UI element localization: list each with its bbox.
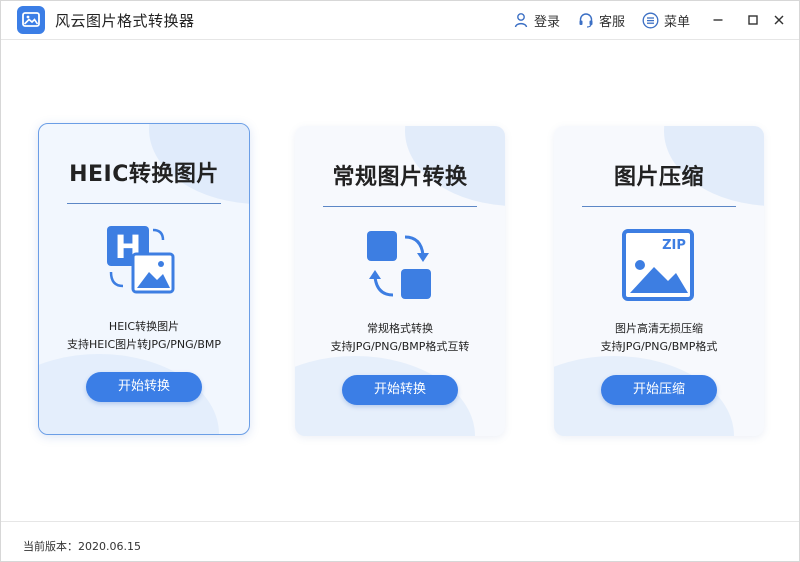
card-divider [67, 203, 221, 204]
status-bar: 当前版本：2020.06.15 [1, 521, 799, 562]
card-heic-convert[interactable]: HEIC转换图片 H HEIC转换图片 支持HEIC图片转JPG/PNG/BMP… [38, 123, 250, 435]
maximize-icon [748, 15, 758, 25]
card-desc-line1: 常规格式转换 [367, 322, 433, 335]
card-desc-line1: HEIC转换图片 [108, 320, 180, 333]
support-button[interactable]: 客服 [578, 10, 625, 30]
start-compress-button[interactable]: 开始压缩 [601, 375, 717, 405]
support-label: 客服 [599, 14, 626, 30]
convert-arrows-icon [367, 231, 431, 299]
card-regular-convert[interactable]: 常规图片转换 常规格式转换 支持JPG/PNG/BMP格式互转 开始转换 [295, 126, 505, 436]
zip-image-icon: ZIP [622, 229, 694, 301]
menu-label: 菜单 [664, 14, 691, 30]
menu-icon [642, 12, 659, 28]
menu-button[interactable]: 菜单 [642, 10, 690, 30]
maximize-button[interactable] [742, 9, 764, 31]
card-divider [582, 206, 736, 207]
start-convert-button[interactable]: 开始转换 [86, 372, 202, 402]
login-button[interactable]: 登录 [513, 10, 560, 30]
headset-icon [579, 13, 593, 28]
card-description: HEIC转换图片 支持HEIC图片转JPG/PNG/BMP [39, 318, 249, 354]
card-desc-line1: 图片高清无损压缩 [615, 322, 703, 335]
minimize-button[interactable] [707, 9, 729, 31]
version-label: 当前版本：2020.06.15 [23, 540, 141, 553]
close-icon [774, 15, 784, 25]
heic-image-icon: H [107, 226, 175, 294]
close-button[interactable] [768, 9, 790, 31]
title-bar: 风云图片格式转换器 登录 客服 菜单 [1, 1, 799, 40]
card-title: HEIC转换图片 [69, 162, 219, 187]
card-description: 图片高清无损压缩 支持JPG/PNG/BMP格式 [554, 320, 764, 356]
card-desc-line2: 支持HEIC图片转JPG/PNG/BMP [66, 338, 222, 351]
card-description: 常规格式转换 支持JPG/PNG/BMP格式互转 [295, 320, 505, 356]
card-title: 常规图片转换 [332, 165, 468, 190]
login-label: 登录 [534, 14, 561, 30]
minimize-icon [713, 19, 723, 21]
app-logo-icon [17, 6, 45, 34]
main-content: HEIC转换图片 H HEIC转换图片 支持HEIC图片转JPG/PNG/BMP… [1, 40, 799, 520]
start-convert-button[interactable]: 开始转换 [342, 375, 458, 405]
card-divider [323, 206, 477, 207]
card-title: 图片压缩 [613, 165, 704, 190]
card-desc-line2: 支持JPG/PNG/BMP格式 [600, 340, 718, 353]
card-image-compress[interactable]: 图片压缩 ZIP 图片高清无损压缩 支持JPG/PNG/BMP格式 开始压缩 [554, 126, 764, 436]
app-window: 风云图片格式转换器 登录 客服 菜单 HEIC转换图片 H HEIC转换图片 支… [0, 0, 800, 562]
user-icon [514, 13, 528, 28]
app-title: 风云图片格式转换器 [55, 12, 195, 30]
svg-text:ZIP: ZIP [662, 238, 686, 253]
card-desc-line2: 支持JPG/PNG/BMP格式互转 [330, 340, 470, 353]
